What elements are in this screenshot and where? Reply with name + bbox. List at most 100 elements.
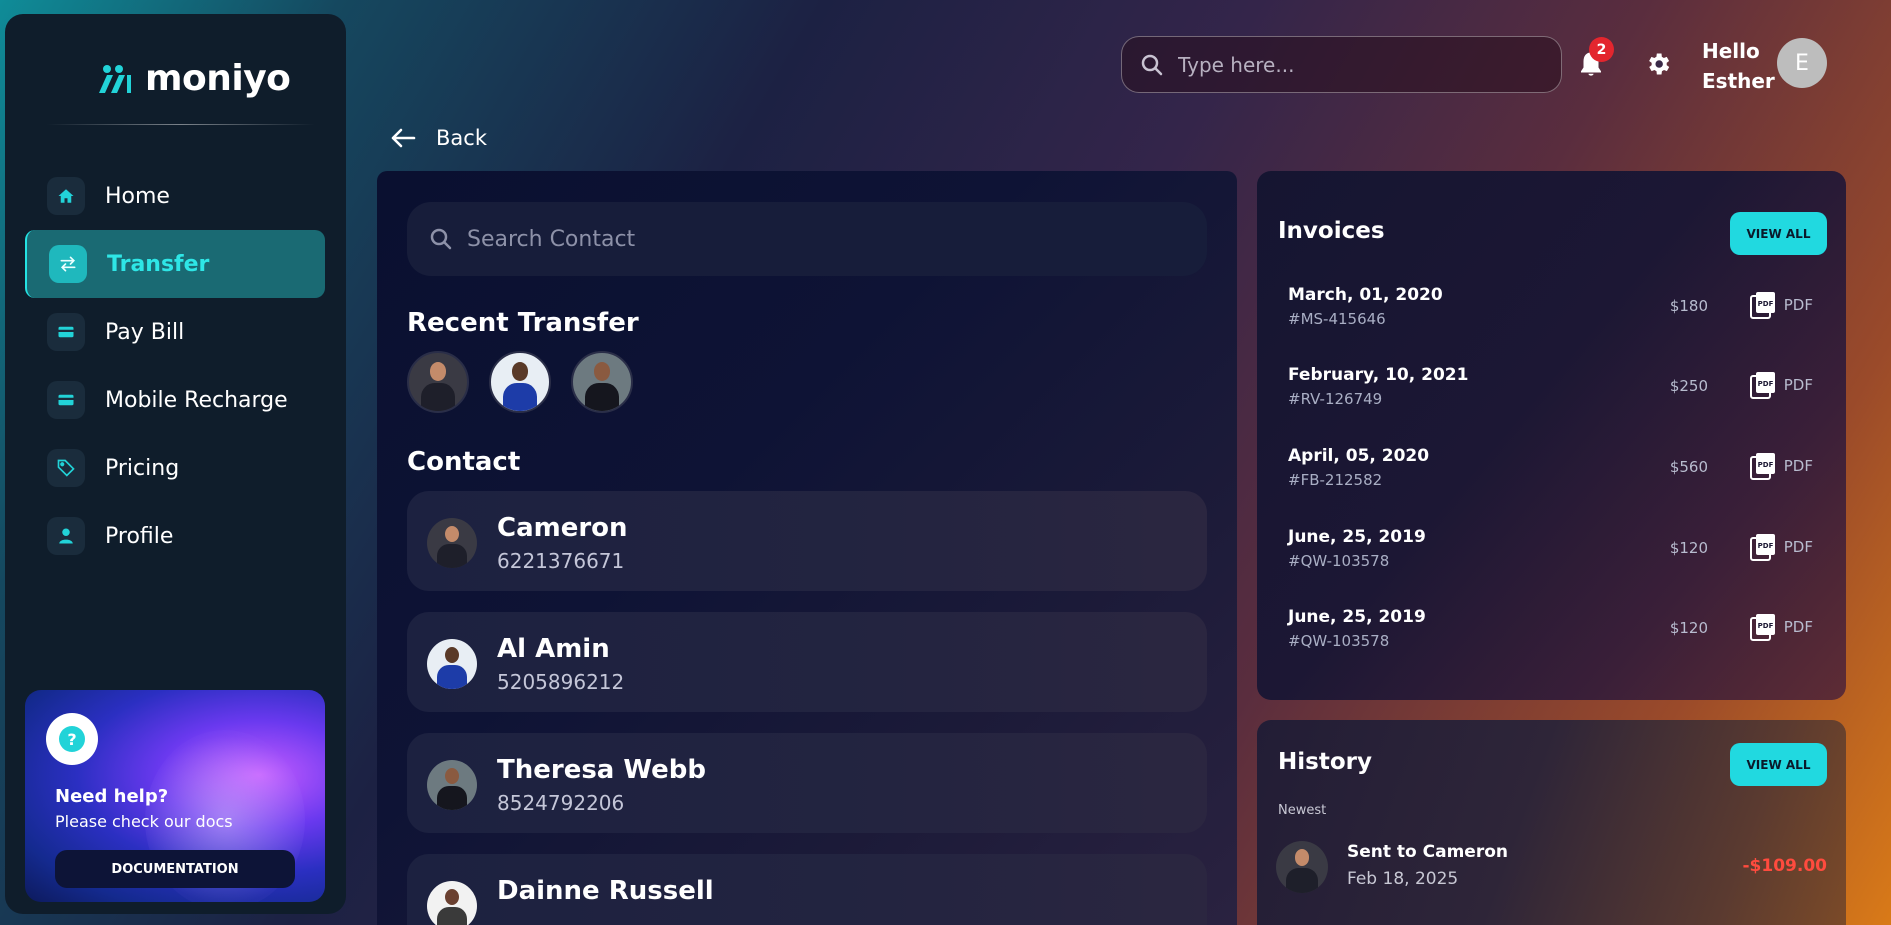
history-panel: History VIEW ALL Newest Sent to Cameron …: [1257, 720, 1846, 925]
help-title: Need help?: [55, 786, 169, 807]
help-icon: ?: [46, 713, 98, 765]
help-card: ? Need help? Please check our docs DOCUM…: [25, 690, 325, 902]
invoices-panel: Invoices VIEW ALL March, 01, 2020 #MS-41…: [1257, 171, 1846, 700]
user-name: Esther: [1702, 69, 1775, 93]
user-greeting: Hello Esther: [1702, 36, 1775, 96]
contact-name: Dainne Russell: [497, 876, 714, 906]
invoices-title: Invoices: [1278, 218, 1385, 244]
pdf-icon: PDF: [1749, 292, 1775, 319]
contact-name: Cameron: [497, 513, 628, 543]
gear-icon[interactable]: [1644, 50, 1672, 78]
home-icon: [47, 177, 85, 215]
recent-avatar[interactable]: [407, 351, 469, 413]
back-label: Back: [436, 126, 487, 150]
back-button[interactable]: Back: [390, 126, 487, 150]
svg-text:PDF: PDF: [1757, 622, 1773, 630]
sidebar: moniyo Home Transfer Pay Bill Mobile Rec…: [5, 14, 346, 914]
history-title: History: [1278, 749, 1372, 775]
contact-card[interactable]: Al Amin 5205896212: [407, 612, 1207, 712]
user-icon: [47, 517, 85, 555]
svg-text:PDF: PDF: [1757, 542, 1773, 550]
invoice-pdf-button[interactable]: PDF PDF: [1749, 371, 1813, 399]
invoice-id: #RV-126749: [1288, 390, 1383, 408]
pdf-icon: PDF: [1749, 453, 1775, 480]
invoice-pdf-button[interactable]: PDF PDF: [1749, 291, 1813, 319]
invoice-pdf-button[interactable]: PDF PDF: [1749, 613, 1813, 641]
sidebar-item-profile[interactable]: Profile: [25, 502, 325, 570]
brand-logo[interactable]: moniyo: [97, 58, 291, 99]
invoice-amount: $560: [1669, 458, 1708, 476]
invoice-amount: $180: [1669, 297, 1708, 315]
sidebar-item-label: Profile: [105, 523, 174, 549]
invoice-pdf-button[interactable]: PDF PDF: [1749, 452, 1813, 480]
history-group-label: Newest: [1278, 803, 1327, 818]
contact-avatar: [427, 639, 477, 689]
moniyo-logo-icon: [99, 64, 131, 93]
transfer-panel: Recent Transfer Contact Cameron 62213766…: [377, 171, 1237, 925]
invoice-amount: $120: [1669, 619, 1708, 637]
sidebar-item-label: Transfer: [107, 251, 210, 277]
sidebar-item-label: Pricing: [105, 455, 180, 481]
sidebar-item-label: Mobile Recharge: [105, 387, 288, 413]
avatar[interactable]: E: [1777, 38, 1827, 88]
invoice-id: #MS-415646: [1288, 310, 1386, 328]
pdf-icon: PDF: [1749, 534, 1775, 561]
contact-search: [407, 202, 1207, 276]
history-avatar: [1276, 841, 1328, 893]
sidebar-item-mobile-recharge[interactable]: Mobile Recharge: [25, 366, 325, 434]
help-subtitle: Please check our docs: [55, 812, 233, 831]
invoice-row: June, 25, 2019 #QW-103578 $120 PDF PDF: [1288, 607, 1828, 667]
sidebar-item-home[interactable]: Home: [25, 162, 325, 230]
pdf-icon: PDF: [1749, 614, 1775, 641]
contact-name: Theresa Webb: [497, 755, 707, 785]
recent-transfer-list: [407, 351, 633, 413]
search-icon: [1141, 54, 1163, 75]
sidebar-item-pay-bill[interactable]: Pay Bill: [25, 298, 325, 366]
contact-card[interactable]: Theresa Webb 8524792206: [407, 733, 1207, 833]
sidebar-item-transfer[interactable]: Transfer: [25, 230, 325, 298]
contact-avatar: [427, 881, 477, 925]
brand-name: moniyo: [145, 58, 291, 99]
invoice-id: #QW-103578: [1288, 632, 1390, 650]
svg-text:PDF: PDF: [1757, 300, 1773, 308]
pdf-icon: PDF: [1749, 372, 1775, 399]
contact-search-input[interactable]: [467, 226, 1167, 252]
history-view-all-button[interactable]: VIEW ALL: [1730, 743, 1827, 786]
recent-transfer-title: Recent Transfer: [407, 308, 639, 338]
invoice-file-label: PDF: [1783, 376, 1813, 394]
invoice-date: April, 05, 2020: [1288, 446, 1430, 466]
invoice-file-label: PDF: [1783, 538, 1813, 556]
contact-title: Contact: [407, 447, 521, 477]
contact-avatar: [427, 760, 477, 810]
search-icon: [430, 228, 452, 250]
history-name: Sent to Cameron: [1347, 842, 1509, 862]
sidebar-item-pricing[interactable]: Pricing: [25, 434, 325, 502]
search-input[interactable]: [1178, 52, 1538, 77]
invoices-view-all-button[interactable]: VIEW ALL: [1730, 212, 1827, 255]
tag-icon: [47, 449, 85, 487]
contact-name: Al Amin: [497, 634, 610, 664]
svg-text:PDF: PDF: [1757, 380, 1773, 388]
recent-avatar[interactable]: [571, 351, 633, 413]
contact-card[interactable]: Cameron 6221376671: [407, 491, 1207, 591]
arrow-left-icon: [391, 128, 416, 148]
invoice-id: #QW-103578: [1288, 552, 1390, 570]
invoice-amount: $120: [1669, 539, 1708, 557]
notification-badge: 2: [1589, 37, 1614, 62]
contact-card[interactable]: Dainne Russell: [407, 854, 1207, 925]
invoice-date: March, 01, 2020: [1288, 285, 1443, 305]
global-search: [1121, 36, 1562, 93]
invoice-row: February, 10, 2021 #RV-126749 $250 PDF P…: [1288, 365, 1828, 425]
contact-number: 8524792206: [497, 791, 625, 815]
invoice-date: June, 25, 2019: [1288, 527, 1426, 547]
invoice-date: February, 10, 2021: [1288, 365, 1469, 385]
invoice-row: June, 25, 2019 #QW-103578 $120 PDF PDF: [1288, 527, 1828, 587]
sidebar-item-label: Pay Bill: [105, 319, 185, 345]
invoice-file-label: PDF: [1783, 296, 1813, 314]
logo-divider: [47, 124, 315, 125]
recent-avatar[interactable]: [489, 351, 551, 413]
invoice-file-label: PDF: [1783, 457, 1813, 475]
documentation-button[interactable]: DOCUMENTATION: [55, 850, 295, 888]
sidebar-item-label: Home: [105, 183, 170, 209]
invoice-pdf-button[interactable]: PDF PDF: [1749, 533, 1813, 561]
